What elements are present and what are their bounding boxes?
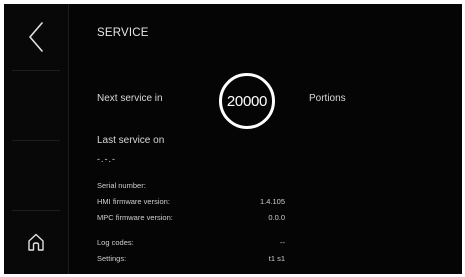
last-service-value: -.-.- [97, 154, 116, 164]
last-service-label: Last service on [97, 135, 165, 146]
chevron-left-icon [29, 22, 43, 52]
back-button[interactable] [4, 4, 68, 70]
next-service-counter[interactable]: 20000 [219, 73, 275, 129]
log-codes-label: Log codes: [97, 238, 134, 247]
next-service-unit: Portions [309, 93, 346, 104]
settings-value: t1 s1 [268, 254, 285, 263]
settings-label: Settings: [97, 254, 127, 263]
home-button[interactable] [4, 210, 68, 274]
home-icon [28, 233, 44, 251]
service-screen: SERVICE Next service in 20000 Portions L… [4, 4, 462, 274]
log-codes-value: -- [280, 238, 285, 247]
serial-number-label: Serial number: [97, 181, 146, 190]
hmi-firmware-value: 1.4.105 [259, 197, 285, 206]
hmi-firmware-label: HMI firmware version: [97, 197, 170, 206]
next-service-value: 20000 [226, 92, 268, 110]
next-service-label: Next service in [97, 93, 163, 104]
sidebar-divider [12, 70, 60, 71]
page-title: SERVICE [97, 27, 149, 39]
sidebar [4, 4, 69, 274]
sidebar-divider [12, 140, 60, 141]
mpc-firmware-label: MPC firmware version: [97, 213, 173, 222]
mpc-firmware-value: 0.0.0 [268, 213, 285, 222]
